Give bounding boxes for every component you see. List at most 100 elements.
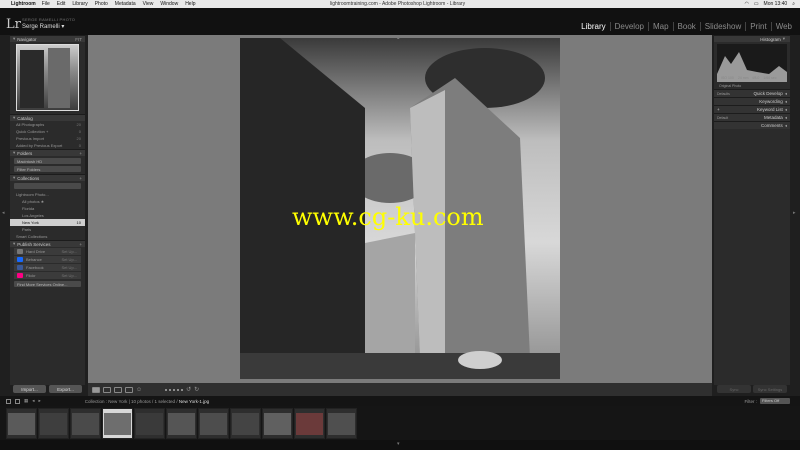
rating-stars[interactable] [165,388,184,391]
module-slideshow[interactable]: Slideshow [699,22,745,31]
keywording-header[interactable]: Keywording ◂ [714,97,790,105]
catalog-item[interactable]: Previous Import 20 [10,135,85,142]
menu-view[interactable]: View [143,1,154,7]
identity-owner[interactable]: Serge Ramelli ▾ [22,23,64,30]
add-collection-icon[interactable]: + [79,176,82,181]
menu-metadata[interactable]: Metadata [115,1,136,7]
navigator-zoom[interactable]: FIT [75,37,82,42]
catalog-item[interactable]: Quick Collection + 0 [10,128,85,135]
add-keyword-icon[interactable]: + [717,107,720,112]
filmstrip-filter: Filter : Filters Off [744,398,790,404]
metadata-header[interactable]: Default Metadata ◂ [714,113,790,121]
filmstrip-thumb[interactable] [134,408,165,439]
clock[interactable]: Mon 13:40 [764,1,788,7]
filter-select[interactable]: Filters Off [760,398,790,404]
catalog-item[interactable]: Added by Previous Export 0 [10,142,85,149]
filmstrip-thumb[interactable] [230,408,261,439]
filmstrip-thumb-selected[interactable] [102,408,133,439]
publish-service-item[interactable]: Behance Set Up... [14,256,81,263]
rotate-right-icon[interactable]: ↻ [194,386,199,393]
filter-folders-field[interactable]: Filter Folders [14,166,81,172]
filmstrip-thumb[interactable] [166,408,197,439]
collection-item[interactable]: Florida [10,205,85,212]
filmstrip-thumb[interactable] [262,408,293,439]
add-folder-icon[interactable]: + [79,151,82,156]
navigator-header[interactable]: ▾ Navigator FIT [10,35,85,42]
right-panel-toggle-icon[interactable]: ▸ [793,210,796,216]
collection-item[interactable]: Paris [10,226,85,233]
filmstrip-thumb[interactable] [6,408,37,439]
catalog-item[interactable]: All Photographs 20 [10,121,85,128]
sync-button[interactable]: Sync [717,385,751,393]
catalog-item-label: Added by Previous Export [16,143,63,148]
module-print[interactable]: Print [745,22,770,31]
histogram[interactable]: ISO 100 24 mm f/8.0 1/60 sec [717,44,787,82]
search-icon[interactable]: ⌕ [792,1,795,7]
filmstrip-source[interactable]: Collection : New York | 10 photos / 1 se… [85,399,209,404]
people-view-icon[interactable]: ☺ [136,387,142,393]
loupe-view-icon[interactable] [103,386,111,393]
collection-item[interactable]: Smart Collections [10,233,85,240]
quick-develop-header[interactable]: Defaults Quick Develop ◂ [714,89,790,97]
service-setup: Set Up... [61,249,77,254]
menu-edit[interactable]: Edit [57,1,66,7]
triangle-down-icon[interactable]: ▾ [397,441,400,447]
survey-view-icon[interactable] [125,386,133,393]
folders-header[interactable]: ▾ Folders + [10,149,85,156]
module-map[interactable]: Map [647,22,673,31]
service-label: Behance [26,257,42,262]
export-button[interactable]: Export... [49,385,82,393]
filmstrip-thumb[interactable] [70,408,101,439]
grid-view-icon[interactable] [92,386,100,393]
compare-view-icon[interactable] [114,386,122,393]
exif-iso: ISO 100 [721,76,734,80]
battery-icon[interactable]: ▭ [754,1,759,7]
menu-photo[interactable]: Photo [95,1,108,7]
collection-item-selected[interactable]: New York 10 [10,219,85,226]
left-panel-toggle-icon[interactable]: ◂ [2,210,5,216]
filmstrip-thumb[interactable] [198,408,229,439]
top-panel-toggle-icon[interactable]: ▴ [397,35,400,41]
publish-service-item[interactable]: Facebook Set Up... [14,264,81,271]
module-library[interactable]: Library [577,22,609,31]
main-window-icon[interactable] [15,398,20,404]
publish-services-header[interactable]: ▾ Publish Services + [10,240,85,247]
navigator-preview[interactable] [16,44,79,111]
filmstrip-thumb[interactable] [38,408,69,439]
filmstrip-thumb[interactable] [326,408,357,439]
module-develop[interactable]: Develop [609,22,648,31]
forward-arrow-icon[interactable]: ▸ [39,398,41,404]
rotate-left-icon[interactable]: ↺ [186,386,191,393]
menu-library[interactable]: Library [72,1,87,7]
sync-settings-button[interactable]: Sync Settings [753,385,787,393]
collection-item[interactable]: Los Angeles [10,212,85,219]
catalog-header[interactable]: ▾ Catalog [10,114,85,121]
publish-service-item[interactable]: Hard Drive Set Up... [14,248,81,255]
filmstrip-thumb[interactable] [294,408,325,439]
module-book[interactable]: Book [672,22,700,31]
filmstrip[interactable] [0,406,800,440]
collection-item[interactable]: Lightroom Photo... [10,191,85,198]
menu-file[interactable]: File [42,1,50,7]
add-service-icon[interactable]: + [79,242,82,247]
folder-volume[interactable]: Macintosh HD [14,158,81,164]
collections-header[interactable]: ▾ Collections + [10,174,85,181]
wifi-icon[interactable]: ◠ [744,1,748,7]
module-web[interactable]: Web [770,22,796,31]
grid-icon[interactable]: ▦ [24,398,28,404]
publish-service-item[interactable]: Flickr Set Up... [14,272,81,279]
filter-collections-field[interactable] [14,183,81,189]
comments-header[interactable]: Comments ◂ [714,121,790,129]
menu-app-name[interactable]: Lightroom [11,1,36,7]
histogram-header[interactable]: Histogram ▾ [714,35,790,42]
bottom-panel-toggle-bar[interactable]: ▾ [0,440,800,450]
menu-window[interactable]: Window [160,1,178,7]
secondary-window-icon[interactable] [6,398,11,404]
import-button[interactable]: Import... [13,385,46,393]
find-more-services-button[interactable]: Find More Services Online... [14,281,81,287]
triangle-left-icon: ◂ [784,106,787,112]
collection-item[interactable]: All photos ★ [10,198,85,205]
menu-help[interactable]: Help [185,1,195,7]
keyword-list-header[interactable]: + Keyword List ◂ [714,105,790,113]
back-arrow-icon[interactable]: ◂ [32,398,34,404]
